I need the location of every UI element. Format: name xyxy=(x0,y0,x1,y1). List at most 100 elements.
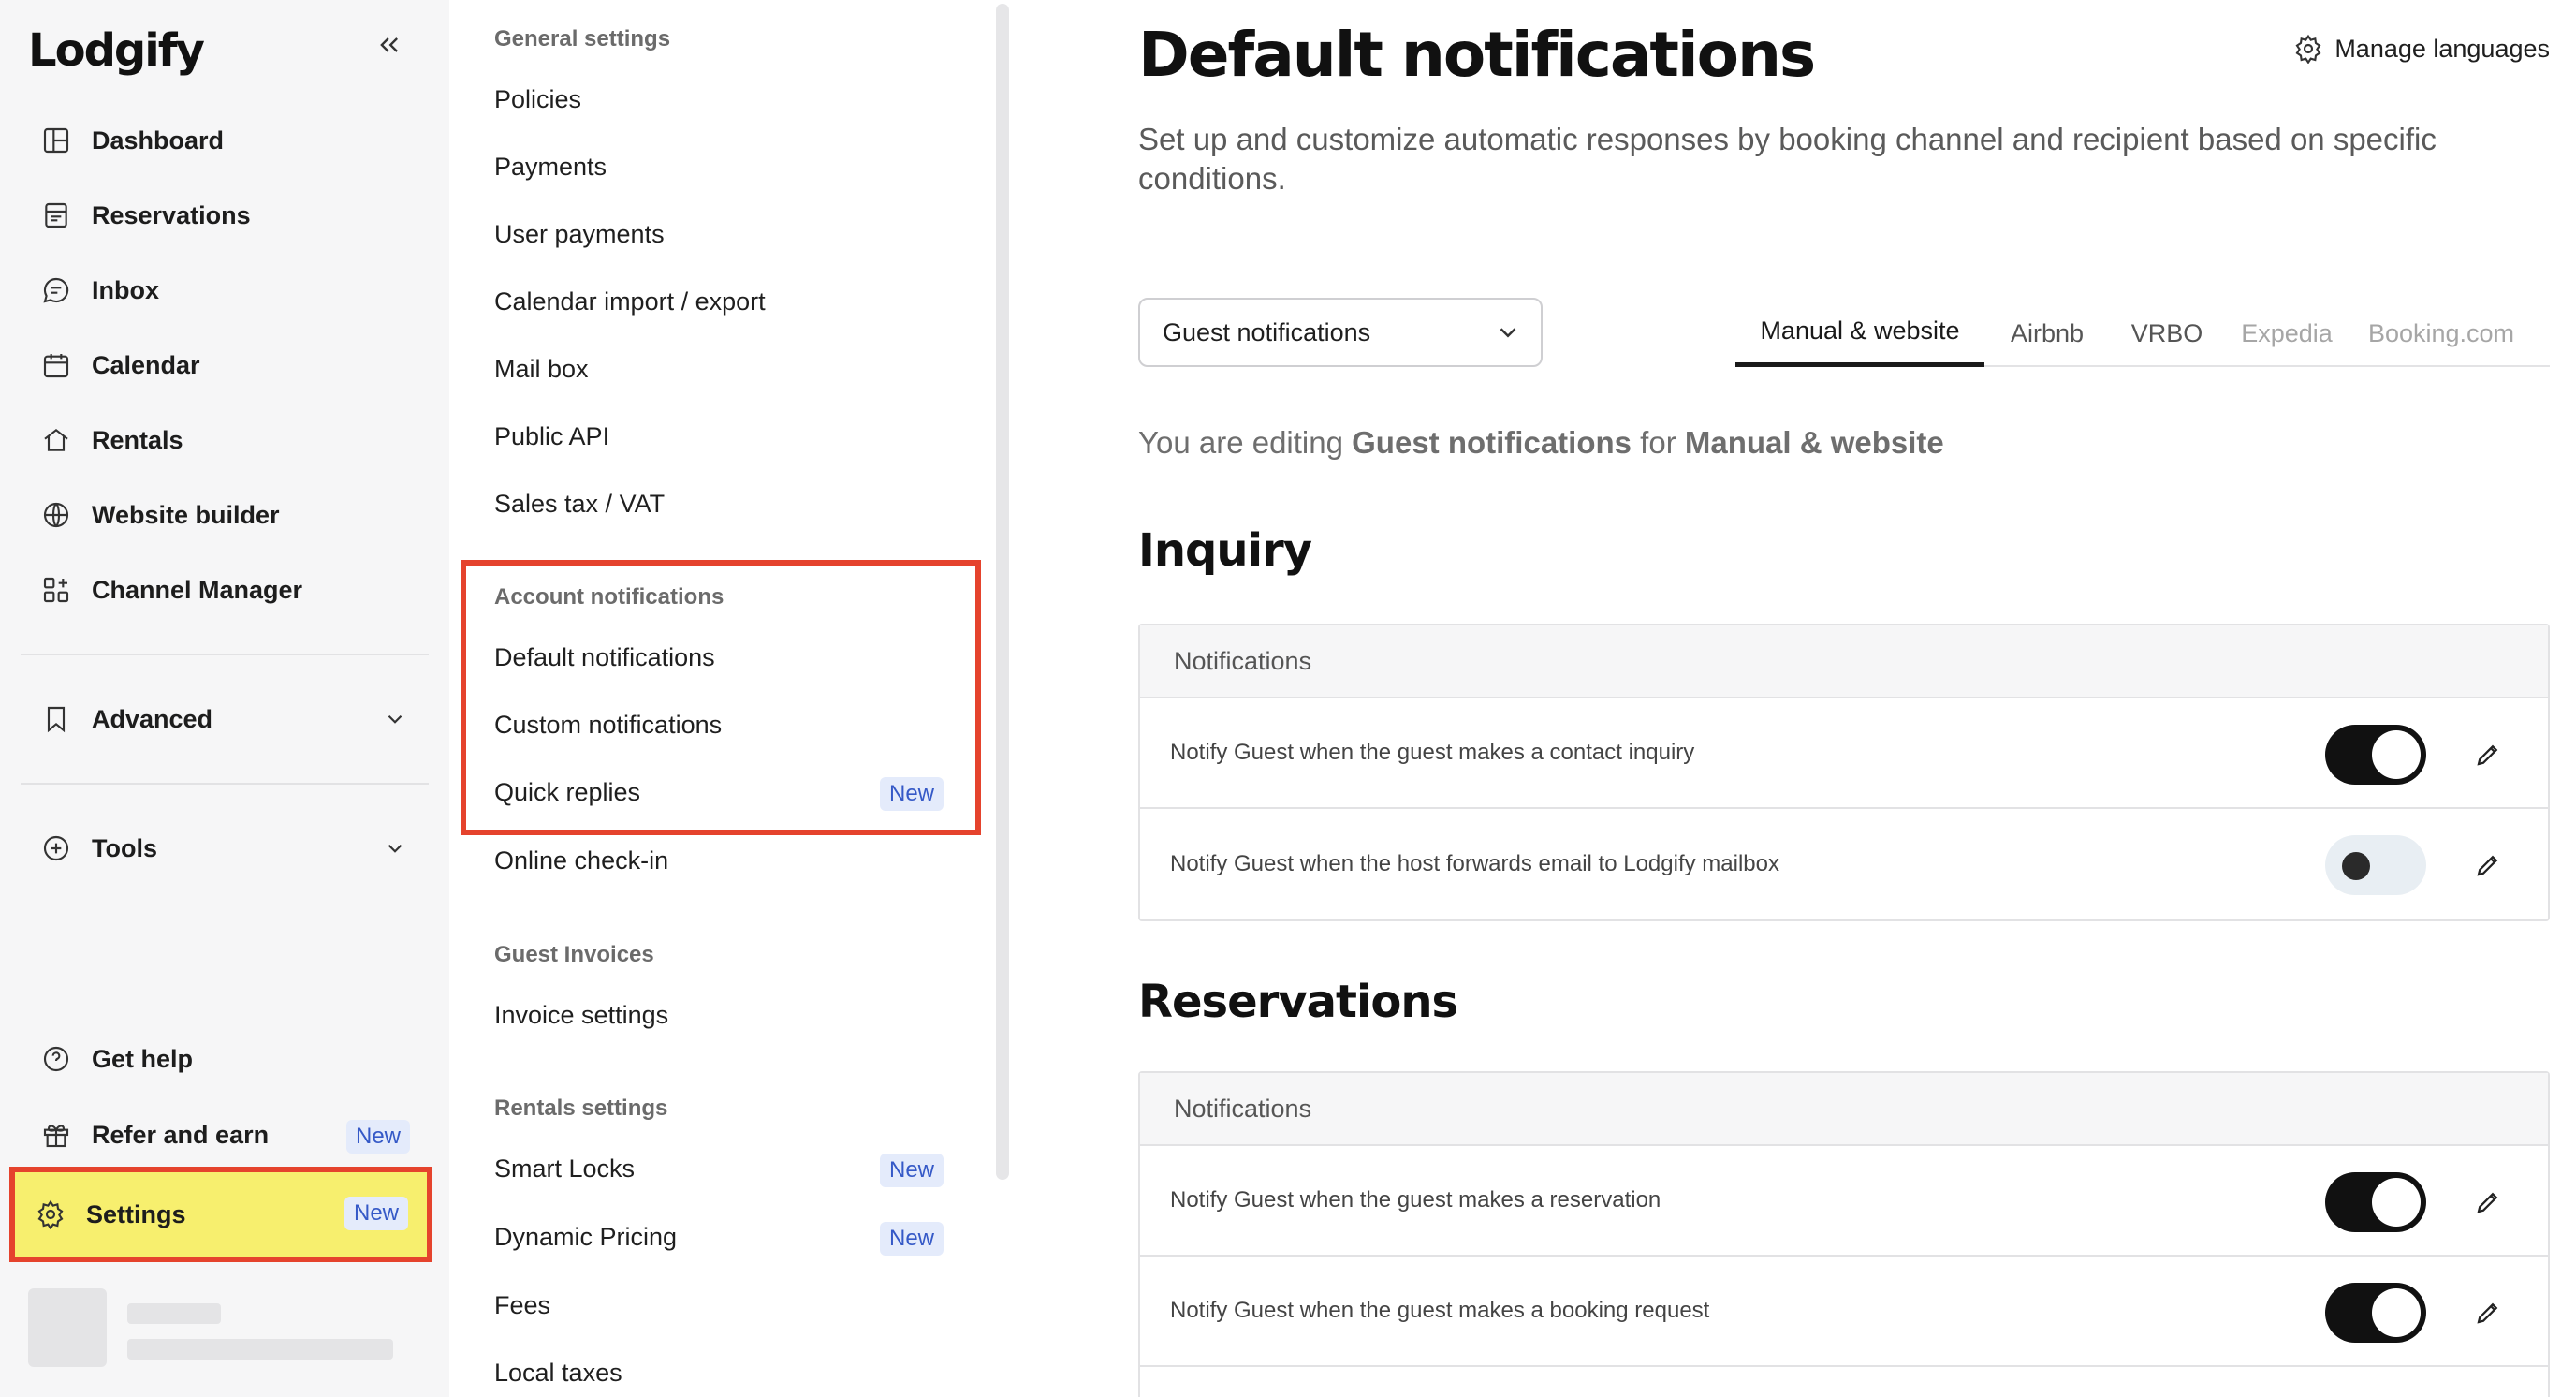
nav-website-builder[interactable]: Website builder xyxy=(21,481,429,549)
home-icon xyxy=(37,421,75,459)
pencil-icon[interactable] xyxy=(2469,846,2507,884)
manage-languages-label: Manage languages xyxy=(2334,34,2550,63)
chevron-down-icon xyxy=(1494,318,1522,346)
nav-label: Channel Manager xyxy=(92,575,303,604)
page-title: Default notifications xyxy=(1138,19,1816,91)
menu-scrollbar[interactable] xyxy=(996,4,1009,1180)
sidebar-divider xyxy=(21,654,429,655)
nav-get-help[interactable]: Get help xyxy=(21,1025,429,1093)
nav-advanced[interactable]: Advanced xyxy=(21,685,429,753)
menu-heading-account-notifications: Account notifications xyxy=(494,584,724,610)
notification-text: Notify Guest when the guest makes a rese… xyxy=(1170,1187,1661,1213)
tab-manual-website[interactable]: Manual & website xyxy=(1735,300,1984,367)
tab-airbnb[interactable]: Airbnb xyxy=(1984,300,2110,367)
nav-label: Rentals xyxy=(92,425,183,454)
menu-item-custom-notifications[interactable]: Custom notifications xyxy=(494,698,944,751)
new-badge: New xyxy=(344,1197,408,1230)
profile-name-placeholder xyxy=(127,1303,221,1324)
chevron-down-icon xyxy=(378,831,412,865)
nav-label: Inbox xyxy=(92,275,159,304)
pencil-icon[interactable] xyxy=(2469,736,2507,773)
notification-row: Notify Guest when the guest makes a rese… xyxy=(1140,1146,2548,1257)
editing-prefix: You are editing xyxy=(1138,425,1353,460)
recipient-select[interactable]: Guest notifications xyxy=(1138,298,1543,367)
nav-label: Refer and earn xyxy=(92,1120,270,1149)
menu-heading-general: General settings xyxy=(494,26,671,51)
menu-item-label: Dynamic Pricing xyxy=(494,1222,678,1251)
nav-label: Dashboard xyxy=(92,125,225,154)
reservations-icon xyxy=(37,197,75,234)
card-header: Notifications xyxy=(1140,1073,2548,1146)
collapse-sidebar-button[interactable] xyxy=(371,26,408,64)
nav-channel-manager[interactable]: Channel Manager xyxy=(21,556,429,624)
inquiry-card: Notifications Notify Guest when the gues… xyxy=(1138,624,2550,921)
section-title-inquiry: Inquiry xyxy=(1138,524,1312,577)
tab-expedia[interactable]: Expedia xyxy=(2224,300,2349,367)
new-badge: New xyxy=(345,1120,410,1154)
pencil-icon[interactable] xyxy=(2469,1294,2507,1331)
notification-row: Notify Guest when the guest makes a cont… xyxy=(1140,698,2548,809)
gear-icon xyxy=(32,1196,69,1233)
new-badge: New xyxy=(879,1222,944,1256)
menu-item-mail-box[interactable]: Mail box xyxy=(494,343,944,395)
nav-label: Calendar xyxy=(92,350,200,379)
editing-target: Guest notifications xyxy=(1352,425,1632,460)
menu-heading-guest-invoices: Guest Invoices xyxy=(494,942,654,967)
notification-toggle[interactable] xyxy=(2325,1172,2426,1232)
menu-item-fees[interactable]: Fees xyxy=(494,1279,944,1331)
calendar-icon xyxy=(37,346,75,384)
nav-rentals[interactable]: Rentals xyxy=(21,406,429,474)
pencil-icon[interactable] xyxy=(2469,1184,2507,1221)
menu-item-label: Smart Locks xyxy=(494,1154,636,1183)
nav-refer-and-earn[interactable]: Refer and earn New xyxy=(21,1101,429,1169)
menu-item-invoice-settings[interactable]: Invoice settings xyxy=(494,989,944,1041)
profile-email-placeholder xyxy=(127,1339,393,1360)
menu-item-default-notifications[interactable]: Default notifications xyxy=(494,631,944,684)
sidebar-divider xyxy=(21,783,429,785)
notification-toggle[interactable] xyxy=(2325,725,2426,785)
nav-label: Get help xyxy=(92,1044,194,1073)
lodgify-logo[interactable]: Lodgify xyxy=(28,24,205,77)
menu-heading-rentals-settings: Rentals settings xyxy=(494,1096,668,1121)
nav-label: Reservations xyxy=(92,200,251,229)
notification-row: Notify Guest when the guest makes a book… xyxy=(1140,1257,2548,1367)
gear-icon xyxy=(2293,34,2323,64)
notification-toggle[interactable] xyxy=(2325,1283,2426,1343)
nav-tools[interactable]: Tools xyxy=(21,815,429,882)
sidebar: Lodgify Dashboard Reservations Inbox Cal… xyxy=(0,0,449,1397)
avatar[interactable] xyxy=(28,1288,107,1367)
menu-item-policies[interactable]: Policies xyxy=(494,73,944,125)
nav-settings[interactable]: Settings New xyxy=(9,1167,432,1262)
notification-toggle[interactable] xyxy=(2325,835,2426,895)
menu-item-online-check-in[interactable]: Online check-in xyxy=(494,834,944,887)
plus-circle-icon xyxy=(37,830,75,867)
menu-item-sales-tax-vat[interactable]: Sales tax / VAT xyxy=(494,478,944,530)
menu-item-calendar-import-export[interactable]: Calendar import / export xyxy=(494,275,944,328)
tab-vrbo[interactable]: VRBO xyxy=(2110,300,2224,367)
menu-item-payments[interactable]: Payments xyxy=(494,140,944,193)
gift-icon xyxy=(37,1116,75,1154)
nav-inbox[interactable]: Inbox xyxy=(21,257,429,324)
menu-item-dynamic-pricing[interactable]: Dynamic Pricing New xyxy=(494,1211,944,1263)
menu-item-local-taxes[interactable]: Local taxes xyxy=(494,1346,944,1397)
notification-text: Notify Guest when the host forwards emai… xyxy=(1170,851,1779,876)
manage-languages-button[interactable]: Manage languages xyxy=(2293,34,2550,64)
menu-item-quick-replies[interactable]: Quick replies New xyxy=(494,766,944,818)
reservations-card: Notifications Notify Guest when the gues… xyxy=(1138,1071,2550,1397)
menu-item-public-api[interactable]: Public API xyxy=(494,410,944,463)
menu-item-user-payments[interactable]: User payments xyxy=(494,208,944,260)
nav-dashboard[interactable]: Dashboard xyxy=(21,107,429,174)
channel-tabs: Manual & website Airbnb VRBO Expedia Boo… xyxy=(1735,300,2550,367)
tab-booking-com[interactable]: Booking.com xyxy=(2349,300,2533,367)
menu-item-smart-locks[interactable]: Smart Locks New xyxy=(494,1142,944,1195)
notification-row: Notify Guest when the host forwards emai… xyxy=(1140,809,2548,919)
main-content: Default notifications Manage languages S… xyxy=(1138,0,2576,1397)
nav-label: Advanced xyxy=(92,704,213,733)
editing-mid: for xyxy=(1632,425,1685,460)
dashboard-icon xyxy=(37,122,75,159)
recipient-select-value: Guest notifications xyxy=(1163,317,1371,346)
nav-calendar[interactable]: Calendar xyxy=(21,331,429,399)
nav-reservations[interactable]: Reservations xyxy=(21,182,429,249)
inbox-icon xyxy=(37,272,75,309)
grid-plus-icon xyxy=(37,571,75,609)
